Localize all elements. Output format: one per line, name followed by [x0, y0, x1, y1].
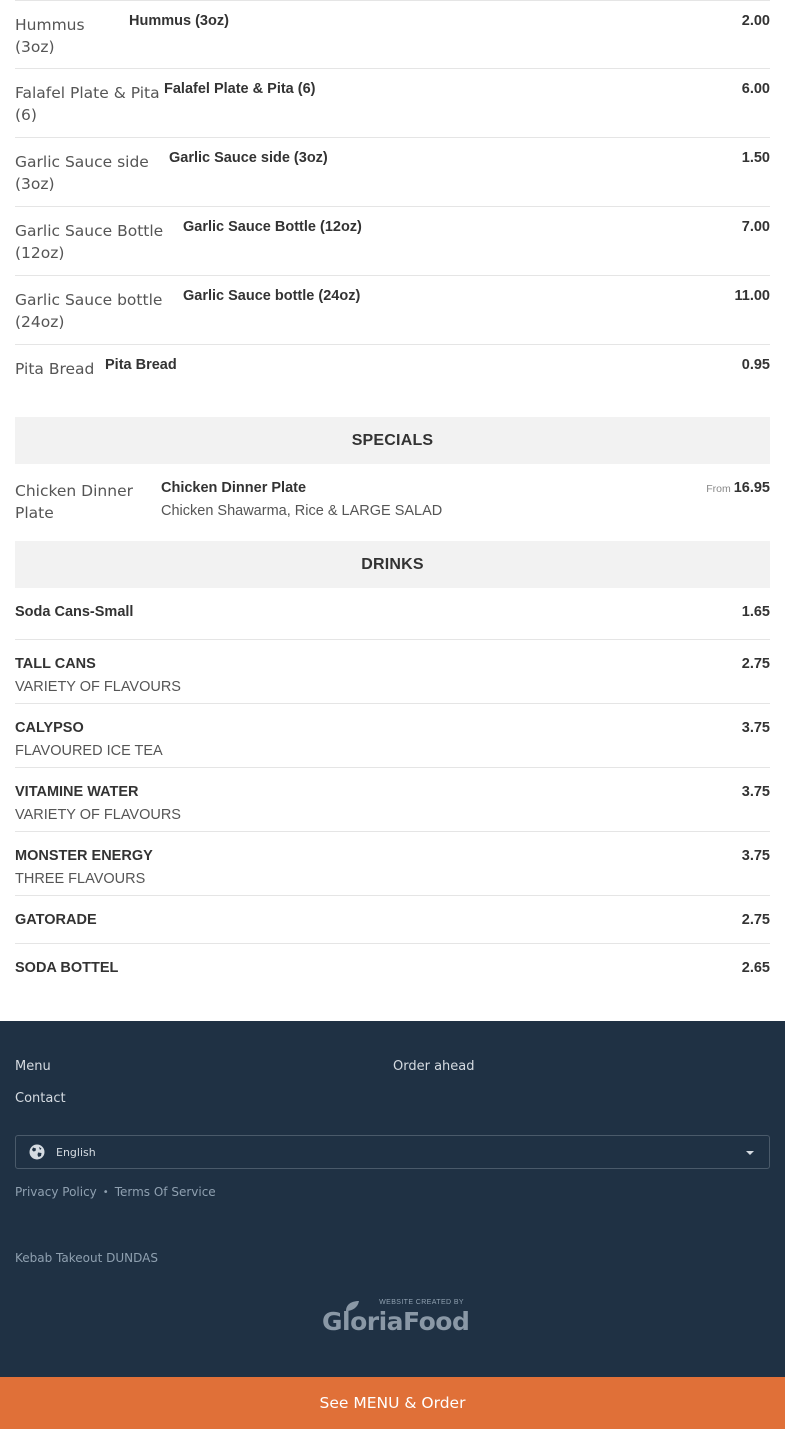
item-price: 7.00 [741, 219, 770, 235]
item-info: Garlic Sauce bottle (24oz) [183, 288, 735, 305]
item-price: 1.65 [741, 604, 770, 620]
drink-item[interactable]: VITAMINE WATER VARIETY OF FLAVOURS 3.75 [15, 768, 770, 832]
item-name: Garlic Sauce side (3oz) [169, 150, 328, 166]
item-name: TALL CANS [15, 656, 96, 672]
item-price: 3.75 [741, 720, 770, 736]
item-price: 0.95 [741, 357, 770, 373]
cta-label: See MENU & Order [319, 1394, 466, 1412]
globe-icon [29, 1144, 45, 1160]
item-name: Pita Bread [105, 357, 177, 373]
item-name: SODA BOTTEL [15, 960, 119, 976]
item-image-alt: Chicken Dinner Plate [15, 482, 133, 522]
item-price: 2.75 [741, 912, 770, 928]
item-name: CALYPSO [15, 720, 84, 736]
item-name: Chicken Dinner Plate [161, 480, 307, 496]
credit-brand: GloriaFood [322, 1307, 470, 1336]
drink-item[interactable]: TALL CANS VARIETY OF FLAVOURS 2.75 [15, 640, 770, 704]
item-price: 3.75 [741, 784, 770, 800]
item-name: Garlic Sauce bottle (24oz) [183, 288, 361, 304]
menu-item[interactable]: Hummus (3oz) Hummus (3oz) 2.00 [15, 0, 770, 69]
item-name: MONSTER ENERGY [15, 848, 153, 864]
item-name: Soda Cans-Small [15, 604, 134, 620]
item-info: Hummus (3oz) [129, 13, 742, 30]
footer-link-menu[interactable]: Menu [15, 1059, 51, 1074]
item-description: THREE FLAVOURS [15, 871, 146, 887]
item-description: VARIETY OF FLAVOURS [15, 679, 181, 695]
item-image-alt: Garlic Sauce Bottle (12oz) [15, 222, 164, 262]
item-info: Soda Cans-Small [15, 604, 133, 639]
item-description: FLAVOURED ICE TEA [15, 743, 163, 759]
drink-item[interactable]: MONSTER ENERGY THREE FLAVOURS 3.75 [15, 832, 770, 896]
item-info: TALL CANS VARIETY OF FLAVOURS [15, 656, 181, 703]
item-info: CALYPSO FLAVOURED ICE TEA [15, 720, 163, 767]
language-selected: English [56, 1145, 96, 1159]
item-name: Hummus (3oz) [129, 13, 229, 29]
privacy-policy-link[interactable]: Privacy Policy [15, 1185, 97, 1199]
gloriafood-credit[interactable]: WEBSITE CREATED BY GloriaFood [322, 1299, 470, 1339]
see-menu-order-button[interactable]: See MENU & Order [0, 1377, 785, 1429]
item-info: Falafel Plate & Pita (6) [164, 81, 742, 98]
footer-link-contact[interactable]: Contact [15, 1091, 66, 1106]
item-price: 2.65 [741, 960, 770, 976]
item-image-alt: Garlic Sauce bottle (24oz) [15, 291, 163, 331]
menu-item[interactable]: Garlic Sauce Bottle (12oz) Garlic Sauce … [15, 207, 770, 276]
drink-item[interactable]: GATORADE 2.75 [15, 896, 770, 944]
item-name: GATORADE [15, 912, 97, 928]
item-info: Garlic Sauce Bottle (12oz) [183, 219, 742, 236]
menu-item[interactable]: Garlic Sauce bottle (24oz) Garlic Sauce … [15, 276, 770, 345]
item-info: VITAMINE WATER VARIETY OF FLAVOURS [15, 784, 181, 831]
item-name: Falafel Plate & Pita (6) [164, 81, 316, 97]
item-info: Pita Bread [105, 357, 742, 374]
separator: • [102, 1186, 109, 1198]
item-name: Garlic Sauce Bottle (12oz) [183, 219, 362, 235]
menu-item[interactable]: Chicken Dinner Plate Chicken Dinner Plat… [15, 464, 770, 541]
item-image-alt: Hummus (3oz) [15, 16, 85, 56]
item-price: 2.75 [741, 656, 770, 672]
site-footer: Menu Order ahead Contact English Privacy… [0, 1021, 785, 1377]
drink-item[interactable]: Soda Cans-Small 1.65 [15, 588, 770, 640]
section-header-specials: SPECIALS [15, 417, 770, 464]
item-price: From 16.95 [706, 480, 770, 498]
item-image-alt: Garlic Sauce side (3oz) [15, 153, 149, 193]
footer-link-order-ahead[interactable]: Order ahead [393, 1059, 475, 1074]
item-description: Chicken Shawarma, Rice & LARGE SALAD [161, 503, 443, 519]
menu-item[interactable]: Pita Bread Pita Bread 0.95 [15, 345, 770, 417]
price-value: 16.95 [733, 480, 770, 496]
item-info: MONSTER ENERGY THREE FLAVOURS [15, 848, 153, 895]
item-price: 1.50 [741, 150, 770, 166]
item-info: Chicken Dinner Plate Chicken Shawarma, R… [161, 480, 706, 520]
legal-links: Privacy Policy • Terms Of Service [15, 1185, 216, 1199]
item-info: SODA BOTTEL [15, 960, 118, 992]
menu-list: Hummus (3oz) Hummus (3oz) 2.00 Falafel P… [15, 0, 770, 992]
section-header-drinks: DRINKS [15, 541, 770, 588]
menu-item[interactable]: Falafel Plate & Pita (6) Falafel Plate &… [15, 69, 770, 138]
item-price: 6.00 [741, 81, 770, 97]
item-info: GATORADE [15, 912, 97, 943]
item-price: 2.00 [741, 13, 770, 29]
item-info: Garlic Sauce side (3oz) [169, 150, 742, 167]
credit-caption: WEBSITE CREATED BY [379, 1299, 464, 1306]
price-prefix: From [706, 483, 731, 495]
item-description: VARIETY OF FLAVOURS [15, 807, 181, 823]
drink-item[interactable]: SODA BOTTEL 2.65 [15, 944, 770, 992]
item-name: VITAMINE WATER [15, 784, 139, 800]
item-image-alt: Falafel Plate & Pita (6) [15, 84, 160, 124]
business-name: Kebab Takeout DUNDAS [15, 1251, 158, 1265]
language-select[interactable]: English [15, 1135, 770, 1169]
item-image-alt: Pita Bread [15, 360, 95, 378]
item-price: 3.75 [741, 848, 770, 864]
terms-of-service-link[interactable]: Terms Of Service [115, 1185, 216, 1199]
drink-item[interactable]: CALYPSO FLAVOURED ICE TEA 3.75 [15, 704, 770, 768]
chevron-down-icon [746, 1151, 754, 1155]
menu-item[interactable]: Garlic Sauce side (3oz) Garlic Sauce sid… [15, 138, 770, 207]
item-price: 11.00 [734, 288, 771, 304]
